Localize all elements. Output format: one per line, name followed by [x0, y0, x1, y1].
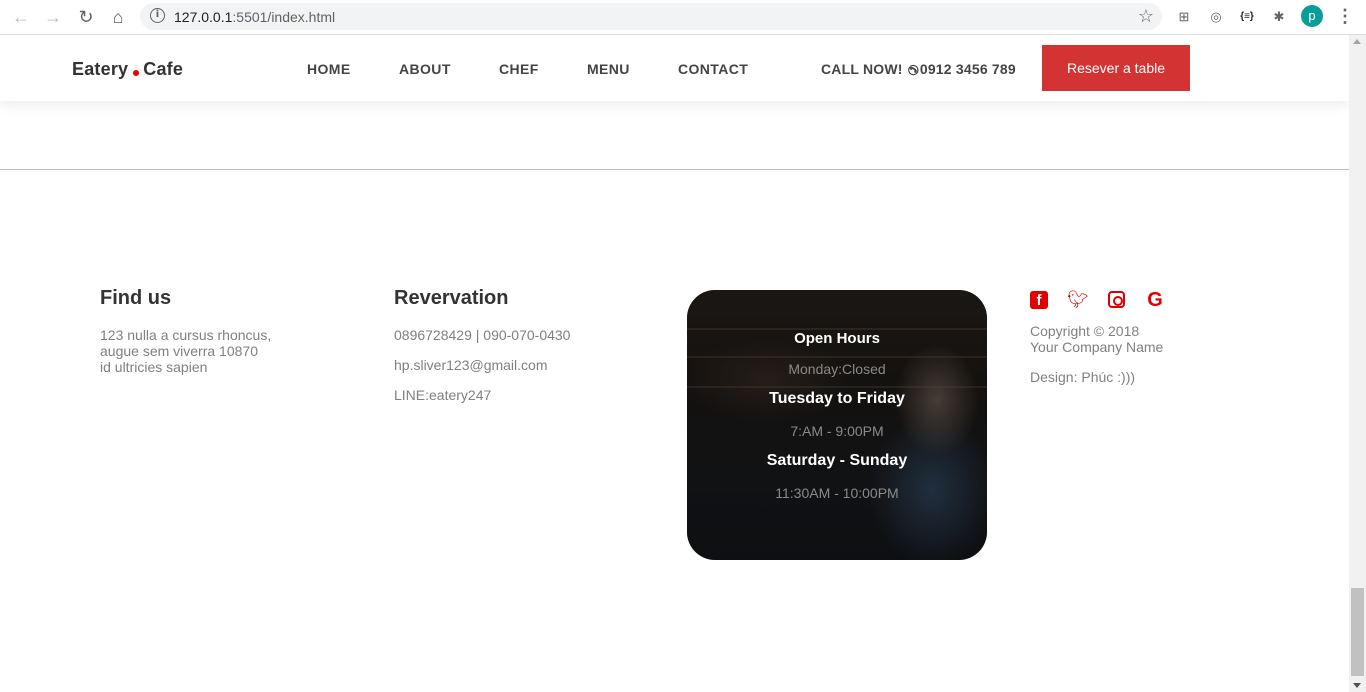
logo-text-left: Eatery — [72, 59, 129, 79]
weekday-title: Tuesday to Friday — [769, 390, 905, 407]
twitter-icon[interactable]: 🐦︎ — [1067, 291, 1089, 309]
url-path: :5501/index.html — [232, 9, 336, 25]
site-header: Eatery Cafe HOME ABOUT CHEF MENU CONTACT … — [0, 35, 1349, 101]
extensions-puzzle-icon[interactable]: ✱ — [1269, 7, 1289, 27]
site-info-icon[interactable]: i — [150, 8, 165, 23]
address-bar[interactable]: i 127.0.0.1:5501/index.html ☆ — [140, 3, 1162, 30]
nav-menu[interactable]: MENU — [587, 61, 630, 77]
home-icon[interactable]: ⌂ — [107, 6, 129, 28]
back-arrow-icon[interactable]: ← — [10, 6, 32, 28]
forward-arrow-icon[interactable]: → — [42, 6, 64, 28]
profile-avatar[interactable]: p — [1301, 5, 1323, 27]
logo-dot — [133, 70, 140, 76]
weekday-hours: 7:AM - 9:00PM — [790, 423, 884, 439]
instagram-icon[interactable] — [1108, 291, 1125, 308]
weekend-hours: 11:30AM - 10:00PM — [775, 485, 899, 501]
bookmark-star-icon[interactable]: ☆ — [1138, 6, 1154, 27]
page-viewport: Eatery Cafe HOME ABOUT CHEF MENU CONTACT … — [0, 35, 1349, 692]
weekend-title: Saturday - Sunday — [766, 452, 908, 469]
company-name: Your Company Name — [1030, 339, 1164, 355]
browser-toolbar: ← → ↻ ⌂ i 127.0.0.1:5501/index.html ☆ ⊞ … — [0, 0, 1366, 35]
url-text[interactable]: 127.0.0.1:5501/index.html — [174, 9, 335, 25]
scroll-down-arrow-icon[interactable] — [1353, 683, 1361, 688]
reserve-table-button[interactable]: Resever a table — [1042, 45, 1190, 91]
nav-about[interactable]: ABOUT — [399, 61, 451, 77]
nav-home[interactable]: HOME — [307, 61, 351, 77]
find-us-title: Find us — [100, 287, 172, 309]
reservation-phones: 0896728429 | 090-070-0430 — [394, 327, 571, 343]
reservation-email[interactable]: hp.sliver123@gmail.com — [394, 357, 548, 373]
address-line: 123 nulla a cursus rhoncus, — [100, 327, 272, 343]
logo-text-right: Cafe — [143, 59, 184, 79]
nav-contact[interactable]: CONTACT — [678, 61, 748, 77]
reload-icon[interactable]: ↻ — [75, 6, 97, 28]
extension-target-icon[interactable]: ◎ — [1206, 7, 1226, 27]
nav-chef[interactable]: CHEF — [499, 61, 539, 77]
open-hours-title: Open Hours — [794, 330, 880, 347]
extension-json-icon[interactable]: {≡} — [1237, 7, 1257, 27]
find-us-address: 123 nulla a cursus rhoncus, augue sem vi… — [100, 327, 271, 375]
section-divider — [0, 169, 1349, 170]
address-line: id ultricies sapien — [100, 359, 208, 375]
facebook-icon[interactable]: f — [1030, 291, 1048, 309]
address-line: augue sem viverra 10870 — [100, 343, 258, 359]
monday-hours: Monday:Closed — [788, 361, 886, 377]
scrollbar-thumb[interactable] — [1351, 588, 1364, 676]
open-hours-card: Open Hours Monday:Closed Tuesday to Frid… — [687, 290, 987, 560]
scroll-up-arrow-icon[interactable] — [1353, 39, 1361, 44]
url-host: 127.0.0.1 — [174, 9, 233, 25]
site-logo[interactable]: Eatery Cafe — [72, 59, 183, 80]
reservation-title: Revervation — [394, 287, 509, 309]
call-now-phone: 0912 3456 789 — [919, 61, 1016, 77]
copyright-line: Copyright © 2018 — [1030, 323, 1140, 339]
reservation-line-id: LINE:eatery247 — [394, 387, 492, 403]
design-credit: Design: Phúc :))) — [1030, 369, 1136, 385]
phone-icon: ✆ — [904, 63, 922, 77]
copyright-text: Copyright © 2018 Your Company Name — [1030, 323, 1163, 355]
google-icon[interactable]: G — [1146, 290, 1164, 310]
call-now-label: CALL NOW! — [821, 61, 903, 77]
browser-menu-icon[interactable]: ⋮ — [1336, 6, 1354, 28]
call-now[interactable]: CALL NOW! ✆0912 3456 789 — [821, 61, 1016, 78]
vertical-scrollbar[interactable] — [1349, 35, 1366, 692]
extension-grid-icon[interactable]: ⊞ — [1174, 7, 1194, 27]
